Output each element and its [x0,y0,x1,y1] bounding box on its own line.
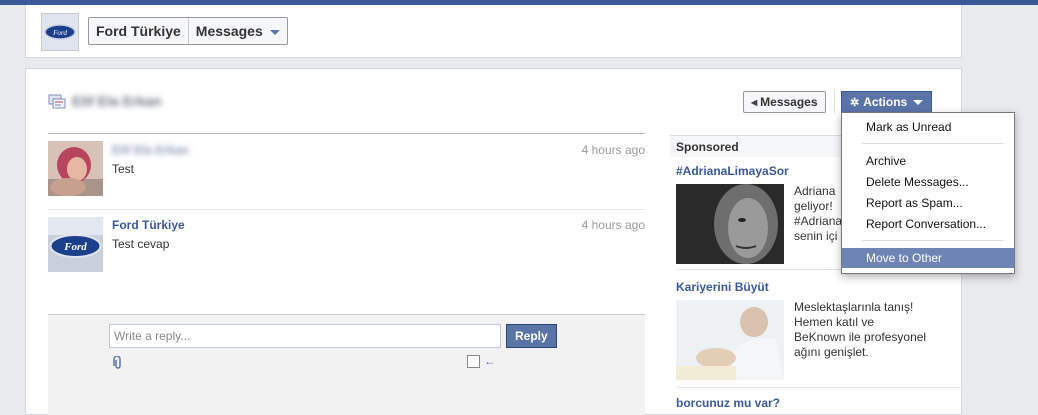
actions-button[interactable]: ✲ Actions [841,91,933,113]
message-author[interactable]: Ford Türkiye [112,218,185,232]
menu-item-report-conversation[interactable]: Report Conversation... [842,214,1014,234]
conversation-panel: Elif Ela Erkan ◀ Messages ✲ Actions Elif… [25,68,962,415]
menu-divider [862,143,1004,144]
conversation-icon [48,94,66,109]
ad-image[interactable] [676,300,784,380]
actions-button-label: Actions [863,95,908,109]
ad-body: Meslektaşlarınla tanış! Hemen katıl ve B… [794,300,927,359]
message-timestamp: 4 hours ago [581,218,645,232]
message-item: Ford Ford Türkiye 4 hours ago Test cevap [48,209,645,272]
menu-item-report-spam[interactable]: Report as Spam... [842,193,1014,213]
messages-section-label: Messages [195,23,263,39]
chevron-left-icon: ◀ [751,97,758,107]
menu-item-mark-as-unread[interactable]: Mark as Unread [842,117,1014,137]
ad-image[interactable] [676,184,784,264]
page-breadcrumb: Ford Türkiye Messages [88,17,288,45]
ad-item[interactable]: Kariyerini Büyüt Meslektaşlarınla tanış!… [676,280,966,380]
avatar[interactable] [48,141,103,196]
message-author[interactable]: Elif Ela Erkan [112,143,189,157]
chevron-down-icon [913,100,924,105]
page-header: Ford Ford Türkiye Messages [25,5,962,58]
svg-text:Ford: Ford [63,241,87,253]
conversation-title[interactable]: Elif Ela Erkan [72,93,161,109]
menu-item-delete-messages[interactable]: Delete Messages... [842,172,1014,192]
menu-item-archive[interactable]: Archive [842,151,1014,171]
thread-divider [48,133,645,134]
svg-text:Ford: Ford [52,29,67,37]
chevron-down-icon [269,29,280,35]
reply-composer: Reply ← [48,314,645,415]
menu-divider [862,240,1004,241]
message-text: Test cevap [112,237,170,251]
reply-input[interactable] [109,324,501,348]
page-name-link[interactable]: Ford Türkiye [89,18,188,44]
page-name: Ford Türkiye [96,23,181,39]
reply-button[interactable]: Reply [506,324,557,348]
message-text: Test [112,162,135,176]
back-to-messages-button[interactable]: ◀ Messages [743,91,826,113]
gear-icon: ✲ [850,96,860,109]
ad-title[interactable]: Kariyerini Büyüt [676,280,966,294]
actions-menu: Mark as Unread Archive Delete Messages..… [841,112,1015,274]
menu-item-move-to-other[interactable]: Move to Other [842,248,1014,268]
back-button-label: Messages [760,95,818,109]
ford-logo[interactable]: Ford [41,13,79,51]
messages-dropdown[interactable]: Messages [189,18,287,44]
message-timestamp: 4 hours ago [581,143,645,157]
press-enter-checkbox[interactable] [467,355,480,368]
paperclip-icon[interactable] [113,355,123,373]
button-divider [834,91,835,113]
enter-arrow-icon: ← [484,354,496,368]
avatar[interactable]: Ford [48,217,103,272]
ad-divider [676,387,962,388]
